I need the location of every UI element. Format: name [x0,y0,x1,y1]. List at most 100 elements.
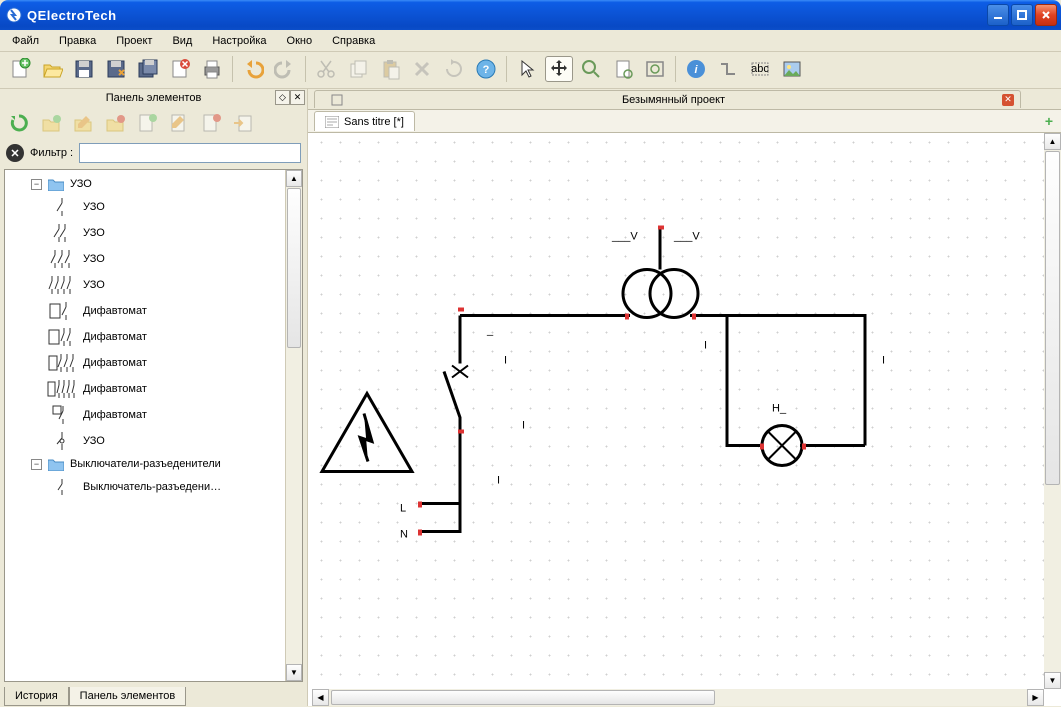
minimize-button[interactable] [987,4,1009,26]
tree-item[interactable]: УЗО [9,246,302,272]
elements-panel: Панель элементов ◇ ✕ ✕ Фильтр : − [0,89,308,706]
filter-row: ✕ Фильтр : [0,139,307,167]
page-button[interactable] [609,56,637,82]
menu-view[interactable]: Вид [164,32,200,50]
edit-folder-button[interactable] [68,109,98,137]
new-button[interactable] [6,56,34,82]
tree-item[interactable]: УЗО [9,194,302,220]
undo-button[interactable] [239,56,267,82]
move-tool-button[interactable] [545,56,573,82]
menu-project[interactable]: Проект [108,32,160,50]
label-v-left: ___V [611,231,638,243]
filter-input[interactable] [79,143,301,163]
label-h: H_ [772,403,787,415]
collapse-icon[interactable]: − [31,179,42,190]
info-button[interactable]: i [682,56,710,82]
element-symbol-icon [47,300,77,322]
menu-edit[interactable]: Правка [51,32,104,50]
image-button[interactable] [778,56,806,82]
zoom-tool-button[interactable] [577,56,605,82]
delete-element-button[interactable] [196,109,226,137]
edit-element-button[interactable] [164,109,194,137]
tree-item[interactable]: Дифавтомат [9,402,302,428]
window-titlebar: QElectroTech [0,0,1061,30]
close-doc-button[interactable] [166,56,194,82]
text-frame-button[interactable]: abc [746,56,774,82]
maximize-button[interactable] [1011,4,1033,26]
save-as-button[interactable] [102,56,130,82]
scroll-left-icon[interactable]: ◀ [312,689,329,706]
copy-button[interactable] [344,56,372,82]
tree-folder-label: Выключатели-разъеденители [70,458,221,470]
tree-item[interactable]: УЗО [9,272,302,298]
tree-item[interactable]: УЗО [9,220,302,246]
element-symbol-icon [47,430,77,452]
cut-button[interactable] [312,56,340,82]
menu-window[interactable]: Окно [279,32,321,50]
panel-close-button[interactable]: ✕ [290,90,305,105]
add-sheet-button[interactable]: + [1045,113,1053,129]
close-button[interactable] [1035,4,1057,26]
tree-item[interactable]: Дифавтомат [9,298,302,324]
save-button[interactable] [70,56,98,82]
scroll-down-icon[interactable]: ▼ [286,664,302,681]
wire-button[interactable] [714,56,742,82]
scroll-up-icon[interactable]: ▲ [286,170,302,187]
drawing-canvas[interactable]: ___V ___V N L H_ _ I I I I I [312,133,1044,689]
element-symbol-icon [47,352,77,374]
menu-file[interactable]: Файл [4,32,47,50]
menu-help[interactable]: Справка [324,32,383,50]
label-i3: I [497,475,500,487]
scroll-right-icon[interactable]: ▶ [1027,689,1044,706]
scroll-up-icon[interactable]: ▲ [1044,133,1061,150]
canvas-hscrollbar[interactable]: ◀ ▶ [312,689,1044,706]
tree-item[interactable]: УЗО [9,428,302,454]
help-button[interactable]: ? [472,56,500,82]
element-symbol-icon [47,248,77,270]
tree-folder-switches[interactable]: − Выключатели-разъеденители [9,454,302,474]
scroll-down-icon[interactable]: ▼ [1044,672,1061,689]
menu-settings[interactable]: Настройка [204,32,274,50]
label-i4: I [704,340,707,352]
tree-item-label: УЗО [83,227,105,239]
open-button[interactable] [38,56,66,82]
rotate-button[interactable] [440,56,468,82]
new-element-button[interactable] [132,109,162,137]
sheet-tab[interactable]: Sans titre [*] [314,111,415,131]
scroll-thumb[interactable] [331,690,715,705]
tree-item[interactable]: Дифавтомат [9,350,302,376]
redo-button[interactable] [271,56,299,82]
close-project-button[interactable]: ✕ [1002,94,1014,106]
print-button[interactable] [198,56,226,82]
tree-scrollbar[interactable]: ▲ ▼ [285,170,302,681]
new-folder-button[interactable] [36,109,66,137]
tree-folder-uzo[interactable]: − УЗО [9,174,302,194]
tree-item-label: УЗО [83,201,105,213]
pointer-tool-button[interactable] [513,56,541,82]
project-tab[interactable]: Безымянный проект ✕ [314,90,1021,108]
tree-item-label: УЗО [83,435,105,447]
delete-button[interactable] [408,56,436,82]
scroll-thumb[interactable] [1045,151,1060,485]
collapse-icon[interactable]: − [31,459,42,470]
import-button[interactable] [228,109,258,137]
delete-folder-button[interactable] [100,109,130,137]
elements-tree[interactable]: − УЗО УЗОУЗОУЗОУЗОДифавтоматДифавтоматДи… [4,169,303,682]
label-l: L [400,503,406,515]
fit-button[interactable] [641,56,669,82]
tree-item[interactable]: Дифавтомат [9,324,302,350]
clear-filter-icon[interactable]: ✕ [6,144,24,162]
tree-item-label: Дифавтомат [83,305,147,317]
scroll-thumb[interactable] [287,188,301,348]
tree-item[interactable]: Выключатель-разъедени… [9,474,302,500]
tab-elements-panel[interactable]: Панель элементов [69,687,187,706]
panel-float-button[interactable]: ◇ [275,90,290,105]
paste-button[interactable] [376,56,404,82]
tree-item-label: УЗО [83,279,105,291]
canvas-vscrollbar[interactable]: ▲ ▼ [1044,133,1061,689]
reload-button[interactable] [4,109,34,137]
tab-history[interactable]: История [4,687,69,706]
save-all-button[interactable] [134,56,162,82]
tree-item[interactable]: Дифавтомат [9,376,302,402]
tree-item-label: Дифавтомат [83,409,147,421]
